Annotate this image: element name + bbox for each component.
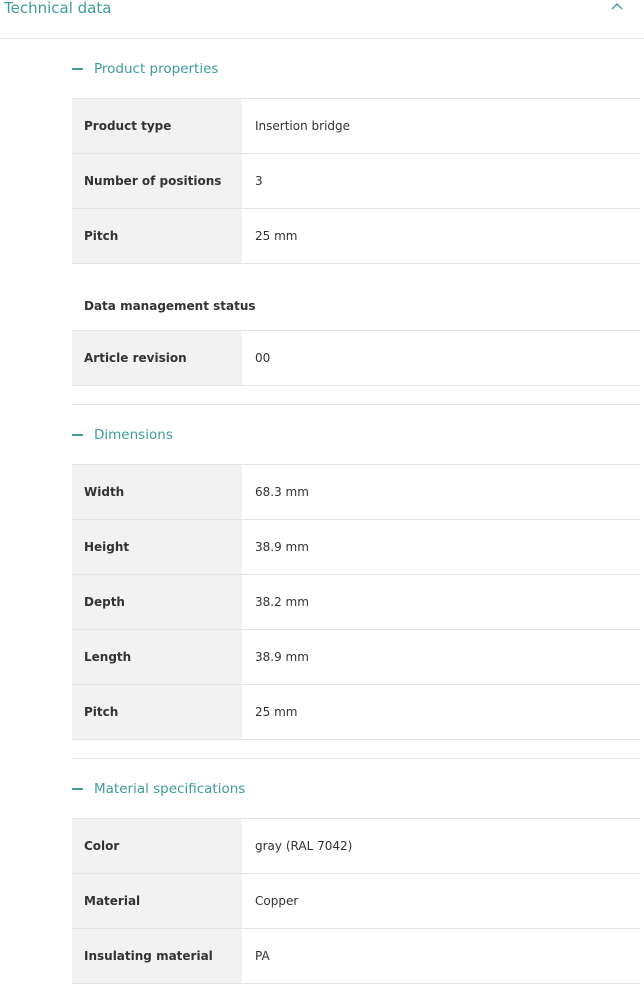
row-label: Pitch [72, 209, 242, 263]
row-value: 3 [255, 174, 263, 188]
table-row: Length 38.9 mm [72, 630, 640, 685]
table-row: Material Copper [72, 874, 640, 929]
accordion-header[interactable]: Technical data [0, 0, 644, 39]
row-label: Color [72, 819, 242, 873]
section-title: Dimensions [94, 427, 173, 443]
row-label: Depth [72, 575, 242, 629]
row-value: Insertion bridge [255, 119, 351, 133]
table-row: Article revision 00 [72, 331, 640, 386]
technical-data-panel: Technical data Product properties Produc… [0, 0, 644, 1000]
row-value: 38.9 mm [255, 540, 309, 554]
table-row: Product type Insertion bridge [72, 99, 640, 154]
panel-title: Technical data [4, 0, 112, 17]
row-label: Width [72, 465, 242, 519]
section-title: Material specifications [94, 781, 246, 797]
table-row: Depth 38.2 mm [72, 575, 640, 630]
row-value: PA [255, 949, 270, 963]
technical-data-content: Product properties Product type Insertio… [72, 39, 640, 984]
table-row: Insulating material PA [72, 929, 640, 984]
row-label: Pitch [72, 685, 242, 739]
minus-icon[interactable] [72, 434, 83, 436]
subheading-data-management-status: Data management status [72, 264, 640, 331]
row-value: 68.3 mm [255, 485, 309, 499]
table-row: Color gray (RAL 7042) [72, 819, 640, 874]
minus-icon[interactable] [72, 788, 83, 790]
table-row: Pitch 25 mm [72, 209, 640, 264]
section-header-material-specifications[interactable]: Material specifications [72, 758, 640, 819]
table-row: Number of positions 3 [72, 154, 640, 209]
row-label: Material [72, 874, 242, 928]
table-row: Height 38.9 mm [72, 520, 640, 575]
section-header-product-properties[interactable]: Product properties [72, 39, 640, 99]
row-value: 38.2 mm [255, 595, 309, 609]
row-label: Product type [72, 99, 242, 153]
row-label: Article revision [72, 331, 242, 385]
row-value: 00 [255, 351, 271, 365]
row-label: Height [72, 520, 242, 574]
minus-icon[interactable] [72, 68, 83, 70]
row-value: gray (RAL 7042) [255, 839, 353, 853]
section-title: Product properties [94, 61, 219, 77]
row-value: Copper [255, 894, 299, 908]
table-row: Pitch 25 mm [72, 685, 640, 740]
section-header-dimensions[interactable]: Dimensions [72, 404, 640, 465]
row-value: 25 mm [255, 705, 298, 719]
row-value: 38.9 mm [255, 650, 309, 664]
row-label: Number of positions [72, 154, 242, 208]
table-row: Width 68.3 mm [72, 465, 640, 520]
row-value: 25 mm [255, 229, 298, 243]
row-label: Insulating material [72, 929, 242, 983]
row-label: Length [72, 630, 242, 684]
chevron-up-icon[interactable] [610, 0, 624, 12]
